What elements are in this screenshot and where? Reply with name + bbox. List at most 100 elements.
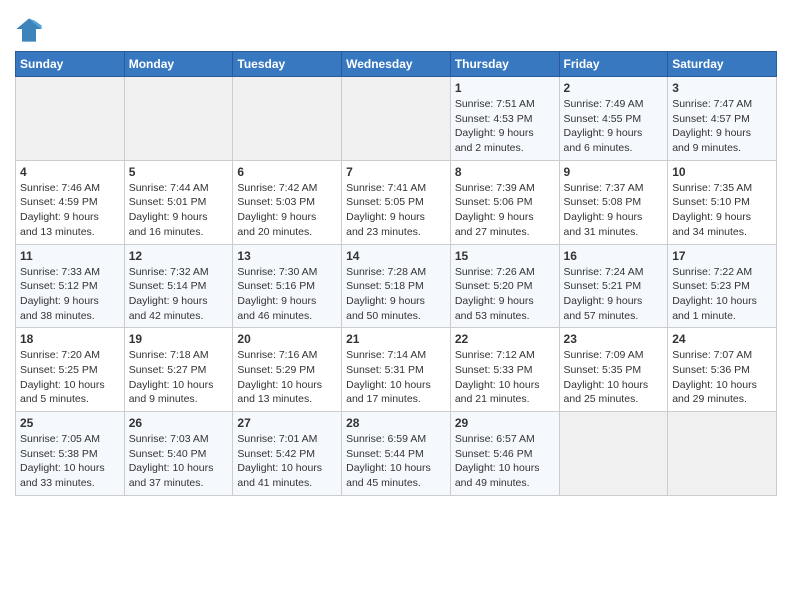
header-day-sunday: Sunday (16, 52, 125, 77)
day-number: 8 (455, 165, 555, 179)
calendar-cell: 26 Sunrise: 7:03 AM Sunset: 5:40 PM Dayli… (124, 412, 233, 496)
day-number: 24 (672, 332, 772, 346)
calendar-row-4: 25 Sunrise: 7:05 AM Sunset: 5:38 PM Dayli… (16, 412, 777, 496)
calendar-cell (124, 77, 233, 161)
calendar-cell: 25 Sunrise: 7:05 AM Sunset: 5:38 PM Dayli… (16, 412, 125, 496)
day-detail: Sunrise: 7:22 AM Sunset: 5:23 PM Dayligh… (672, 265, 772, 324)
day-number: 20 (237, 332, 337, 346)
calendar-cell: 15Sunrise: 7:26 AM Sunset: 5:20 PM Dayli… (450, 244, 559, 328)
header-day-friday: Friday (559, 52, 668, 77)
day-detail: Sunrise: 7:35 AM Sunset: 5:10 PM Dayligh… (672, 181, 772, 240)
calendar-cell: 20 Sunrise: 7:16 AM Sunset: 5:29 PM Dayli… (233, 328, 342, 412)
calendar-header-row: SundayMondayTuesdayWednesdayThursdayFrid… (16, 52, 777, 77)
header-day-tuesday: Tuesday (233, 52, 342, 77)
calendar-cell: 6 Sunrise: 7:42 AM Sunset: 5:03 PM Daylig… (233, 160, 342, 244)
day-number: 16 (564, 249, 664, 263)
calendar-cell: 22 Sunrise: 7:12 AM Sunset: 5:33 PM Dayli… (450, 328, 559, 412)
day-detail: Sunrise: 7:37 AM Sunset: 5:08 PM Dayligh… (564, 181, 664, 240)
day-number: 29 (455, 416, 555, 430)
day-number: 13 (237, 249, 337, 263)
calendar-row-3: 18Sunrise: 7:20 AM Sunset: 5:25 PM Dayli… (16, 328, 777, 412)
calendar-cell: 19Sunrise: 7:18 AM Sunset: 5:27 PM Dayli… (124, 328, 233, 412)
day-number: 14 (346, 249, 446, 263)
calendar-cell: 11 Sunrise: 7:33 AM Sunset: 5:12 PM Dayli… (16, 244, 125, 328)
calendar-cell: 13 Sunrise: 7:30 AM Sunset: 5:16 PM Dayli… (233, 244, 342, 328)
day-number: 15 (455, 249, 555, 263)
day-detail: Sunrise: 7:03 AM Sunset: 5:40 PM Dayligh… (129, 432, 229, 491)
day-detail: Sunrise: 7:41 AM Sunset: 5:05 PM Dayligh… (346, 181, 446, 240)
day-number: 23 (564, 332, 664, 346)
calendar-cell: 17 Sunrise: 7:22 AM Sunset: 5:23 PM Dayli… (668, 244, 777, 328)
day-detail: Sunrise: 7:14 AM Sunset: 5:31 PM Dayligh… (346, 348, 446, 407)
calendar-cell: 28 Sunrise: 6:59 AM Sunset: 5:44 PM Dayli… (342, 412, 451, 496)
day-number: 2 (564, 81, 664, 95)
calendar-cell: 10Sunrise: 7:35 AM Sunset: 5:10 PM Dayli… (668, 160, 777, 244)
calendar-cell (16, 77, 125, 161)
calendar-cell: 16Sunrise: 7:24 AM Sunset: 5:21 PM Dayli… (559, 244, 668, 328)
calendar-cell: 4 Sunrise: 7:46 AM Sunset: 4:59 PM Daylig… (16, 160, 125, 244)
day-detail: Sunrise: 7:16 AM Sunset: 5:29 PM Dayligh… (237, 348, 337, 407)
day-number: 3 (672, 81, 772, 95)
day-number: 9 (564, 165, 664, 179)
logo (15, 15, 45, 43)
calendar-body: 1 Sunrise: 7:51 AM Sunset: 4:53 PM Daylig… (16, 77, 777, 496)
day-detail: Sunrise: 7:42 AM Sunset: 5:03 PM Dayligh… (237, 181, 337, 240)
calendar-cell (342, 77, 451, 161)
day-detail: Sunrise: 7:51 AM Sunset: 4:53 PM Dayligh… (455, 97, 555, 156)
day-detail: Sunrise: 7:07 AM Sunset: 5:36 PM Dayligh… (672, 348, 772, 407)
day-detail: Sunrise: 7:49 AM Sunset: 4:55 PM Dayligh… (564, 97, 664, 156)
day-number: 19 (129, 332, 229, 346)
day-detail: Sunrise: 6:57 AM Sunset: 5:46 PM Dayligh… (455, 432, 555, 491)
calendar-cell: 5Sunrise: 7:44 AM Sunset: 5:01 PM Daylig… (124, 160, 233, 244)
day-number: 12 (129, 249, 229, 263)
day-detail: Sunrise: 7:09 AM Sunset: 5:35 PM Dayligh… (564, 348, 664, 407)
calendar-cell: 21 Sunrise: 7:14 AM Sunset: 5:31 PM Dayli… (342, 328, 451, 412)
day-number: 7 (346, 165, 446, 179)
header-day-thursday: Thursday (450, 52, 559, 77)
calendar-row-0: 1 Sunrise: 7:51 AM Sunset: 4:53 PM Daylig… (16, 77, 777, 161)
header-day-monday: Monday (124, 52, 233, 77)
calendar-cell: 1 Sunrise: 7:51 AM Sunset: 4:53 PM Daylig… (450, 77, 559, 161)
calendar-cell: 9 Sunrise: 7:37 AM Sunset: 5:08 PM Daylig… (559, 160, 668, 244)
calendar-table: SundayMondayTuesdayWednesdayThursdayFrid… (15, 51, 777, 496)
day-detail: Sunrise: 7:32 AM Sunset: 5:14 PM Dayligh… (129, 265, 229, 324)
calendar-cell: 3 Sunrise: 7:47 AM Sunset: 4:57 PM Daylig… (668, 77, 777, 161)
calendar-cell (668, 412, 777, 496)
calendar-cell: 8 Sunrise: 7:39 AM Sunset: 5:06 PM Daylig… (450, 160, 559, 244)
calendar-cell: 7 Sunrise: 7:41 AM Sunset: 5:05 PM Daylig… (342, 160, 451, 244)
day-detail: Sunrise: 7:47 AM Sunset: 4:57 PM Dayligh… (672, 97, 772, 156)
day-detail: Sunrise: 7:46 AM Sunset: 4:59 PM Dayligh… (20, 181, 120, 240)
day-number: 21 (346, 332, 446, 346)
header-day-wednesday: Wednesday (342, 52, 451, 77)
calendar-cell: 12 Sunrise: 7:32 AM Sunset: 5:14 PM Dayli… (124, 244, 233, 328)
logo-icon (15, 15, 43, 43)
calendar-row-2: 11 Sunrise: 7:33 AM Sunset: 5:12 PM Dayli… (16, 244, 777, 328)
day-number: 6 (237, 165, 337, 179)
day-number: 17 (672, 249, 772, 263)
day-detail: Sunrise: 6:59 AM Sunset: 5:44 PM Dayligh… (346, 432, 446, 491)
day-detail: Sunrise: 7:28 AM Sunset: 5:18 PM Dayligh… (346, 265, 446, 324)
day-number: 22 (455, 332, 555, 346)
calendar-cell: 14 Sunrise: 7:28 AM Sunset: 5:18 PM Dayli… (342, 244, 451, 328)
calendar-cell: 2 Sunrise: 7:49 AM Sunset: 4:55 PM Daylig… (559, 77, 668, 161)
day-detail: Sunrise: 7:30 AM Sunset: 5:16 PM Dayligh… (237, 265, 337, 324)
header (15, 10, 777, 43)
day-number: 25 (20, 416, 120, 430)
calendar-cell (233, 77, 342, 161)
calendar-cell: 23 Sunrise: 7:09 AM Sunset: 5:35 PM Dayli… (559, 328, 668, 412)
calendar-cell: 24 Sunrise: 7:07 AM Sunset: 5:36 PM Dayli… (668, 328, 777, 412)
day-detail: Sunrise: 7:05 AM Sunset: 5:38 PM Dayligh… (20, 432, 120, 491)
day-detail: Sunrise: 7:33 AM Sunset: 5:12 PM Dayligh… (20, 265, 120, 324)
day-number: 11 (20, 249, 120, 263)
calendar-row-1: 4 Sunrise: 7:46 AM Sunset: 4:59 PM Daylig… (16, 160, 777, 244)
calendar-cell: 27Sunrise: 7:01 AM Sunset: 5:42 PM Dayli… (233, 412, 342, 496)
day-number: 27 (237, 416, 337, 430)
day-number: 5 (129, 165, 229, 179)
day-number: 4 (20, 165, 120, 179)
header-day-saturday: Saturday (668, 52, 777, 77)
day-number: 1 (455, 81, 555, 95)
day-number: 26 (129, 416, 229, 430)
day-detail: Sunrise: 7:39 AM Sunset: 5:06 PM Dayligh… (455, 181, 555, 240)
day-number: 28 (346, 416, 446, 430)
day-detail: Sunrise: 7:12 AM Sunset: 5:33 PM Dayligh… (455, 348, 555, 407)
